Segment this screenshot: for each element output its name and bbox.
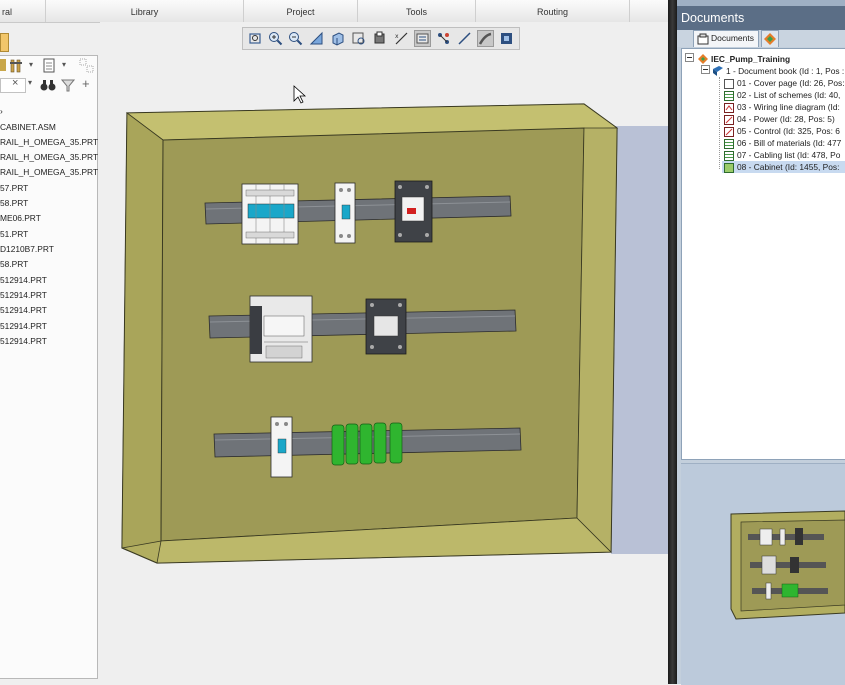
cover-page-icon <box>724 79 734 89</box>
chevron-down-icon[interactable]: ▾ <box>62 60 66 69</box>
tree-connector <box>719 77 721 169</box>
tree-expander-book[interactable] <box>701 65 710 77</box>
zoom-out-icon[interactable] <box>287 30 304 47</box>
ribbon-tab-bar: ral Library Project Tools Routing <box>0 0 668 23</box>
render-mode-icon[interactable] <box>498 30 515 47</box>
tree-item[interactable]: 512914.PRT <box>0 305 47 315</box>
measure-icon[interactable]: x <box>393 30 410 47</box>
svg-text:x: x <box>395 33 399 40</box>
document-item[interactable]: 03 - Wiring line diagram (Id: <box>737 101 840 113</box>
document-item[interactable]: 07 - Cabling list (Id: 478, Po <box>737 149 840 161</box>
tab-routing[interactable]: Routing <box>476 0 630 22</box>
cabinet-preview-thumbnail <box>730 510 845 620</box>
motor-protection-relay[interactable] <box>394 180 433 243</box>
wiring-diagram-icon <box>724 103 734 113</box>
3d-viewport[interactable] <box>100 22 668 684</box>
document-item[interactable]: 02 - List of schemes (Id: 40, <box>737 89 840 101</box>
schematic-icon <box>724 127 734 137</box>
chevron-down-icon[interactable]: ▾ <box>29 60 33 69</box>
project-icon <box>698 54 708 64</box>
document-item[interactable]: 06 - Bill of materials (Id: 477 <box>737 137 841 149</box>
tree-item-root[interactable]: › <box>0 106 3 116</box>
tree-item[interactable]: 512914.PRT <box>0 290 47 300</box>
documents-panel-title: Documents <box>677 6 845 30</box>
tree-item[interactable]: 512914.PRT <box>0 321 47 331</box>
tree-item[interactable]: 58.PRT <box>0 259 28 269</box>
document-tree: IEC_Pump_Training 1 - Document book (Id … <box>681 48 845 460</box>
circuit-breaker-3-pole[interactable] <box>241 183 299 245</box>
cabinet-right-rim <box>576 127 618 553</box>
tree-item[interactable]: 51.PRT <box>0 229 28 239</box>
clear-filter-icon[interactable]: × <box>12 77 18 89</box>
tab-documents[interactable]: Documents <box>693 30 759 47</box>
tree-item[interactable]: CABINET.ASM <box>0 122 56 132</box>
print-preview-icon[interactable] <box>371 30 388 47</box>
list-icon <box>724 139 734 149</box>
tab-library[interactable]: Library <box>46 0 244 22</box>
book-icon <box>713 66 723 76</box>
list-icon <box>724 91 734 101</box>
route-wire-icon[interactable] <box>456 30 473 47</box>
view-orientation-icon[interactable] <box>308 30 325 47</box>
documents-tab-icon <box>697 33 709 45</box>
document-book[interactable]: 1 - Document book (Id : 1, Pos : <box>726 65 844 77</box>
document-item[interactable]: 05 - Control (Id: 325, Pos: 6 <box>737 125 840 137</box>
power-supply-module[interactable] <box>249 295 313 363</box>
view-toolbar: x <box>242 27 520 50</box>
tab-tools[interactable]: Tools <box>358 0 476 22</box>
zoom-window-icon[interactable] <box>247 30 264 47</box>
components-tab-icon <box>764 33 776 45</box>
circuit-breaker-1-pole-top[interactable] <box>334 182 356 244</box>
mouse-cursor <box>293 85 307 104</box>
tree-expander-project[interactable] <box>685 53 694 65</box>
fit-all-icon[interactable] <box>350 30 367 47</box>
section-view-icon[interactable] <box>414 30 431 47</box>
circuit-breaker-1-pole-bottom[interactable] <box>270 416 293 478</box>
tree-item[interactable]: 512914.PRT <box>0 336 47 346</box>
tree-item[interactable]: D1210B7.PRT <box>0 244 54 254</box>
tree-item[interactable]: RAIL_H_OMEGA_35.PRT <box>0 137 98 147</box>
properties-icon[interactable] <box>9 59 25 73</box>
tab-documents-label: Documents <box>711 33 754 43</box>
cable-tool-icon[interactable] <box>477 30 494 47</box>
contactor[interactable] <box>365 298 407 355</box>
project-name[interactable]: IEC_Pump_Training <box>711 53 790 65</box>
grid-select-icon[interactable] <box>79 58 95 73</box>
panel-toolbar-row1 <box>0 33 9 52</box>
list-icon <box>724 151 734 161</box>
cabinet-icon <box>724 163 734 173</box>
tab-components[interactable] <box>761 30 779 47</box>
terminal-blocks[interactable] <box>331 422 403 466</box>
tree-item[interactable]: 57.PRT <box>0 183 28 193</box>
documents-tab-bar: Documents <box>677 30 845 47</box>
tree-item[interactable]: RAIL_H_OMEGA_35.PRT <box>0 167 98 177</box>
tree-item[interactable]: 58.PRT <box>0 198 28 208</box>
cabinet-3d-model[interactable] <box>100 22 668 684</box>
panel-edge-icon <box>0 59 6 71</box>
document-icon[interactable] <box>42 58 56 73</box>
zoom-in-icon[interactable] <box>267 30 284 47</box>
documents-panel: Documents Documents IEC_Pump_Training 1 … <box>677 0 845 685</box>
tree-item[interactable]: ME06.PRT <box>0 213 41 223</box>
schematic-icon <box>724 115 734 125</box>
binoculars-icon[interactable] <box>40 78 56 92</box>
document-item-selected[interactable]: 08 - Cabinet (Id: 1455, Pos: <box>737 161 839 173</box>
connection-icon[interactable] <box>435 30 452 47</box>
tab-project[interactable]: Project <box>244 0 358 22</box>
tab-general[interactable]: ral <box>0 0 46 22</box>
model-tree-panel: ▾ ▾ × ▾ + › CABINET.ASM RAIL_H_OMEGA_35.… <box>0 55 98 679</box>
filter-icon[interactable] <box>61 79 75 92</box>
background-wall <box>611 126 668 554</box>
tree-item[interactable]: RAIL_H_OMEGA_35.PRT <box>0 152 98 162</box>
document-item[interactable]: 04 - Power (Id: 28, Pos: 5) <box>737 113 835 125</box>
add-icon[interactable]: + <box>82 76 90 91</box>
cabinet-left-rim <box>121 112 164 549</box>
document-item[interactable]: 01 - Cover page (Id: 26, Pos: <box>737 77 845 89</box>
document-preview <box>681 463 845 685</box>
view-cube-icon[interactable] <box>329 30 346 47</box>
chevron-down-icon[interactable]: ▾ <box>28 78 32 87</box>
tree-item[interactable]: 512914.PRT <box>0 275 47 285</box>
panel-splitter[interactable] <box>668 0 677 684</box>
